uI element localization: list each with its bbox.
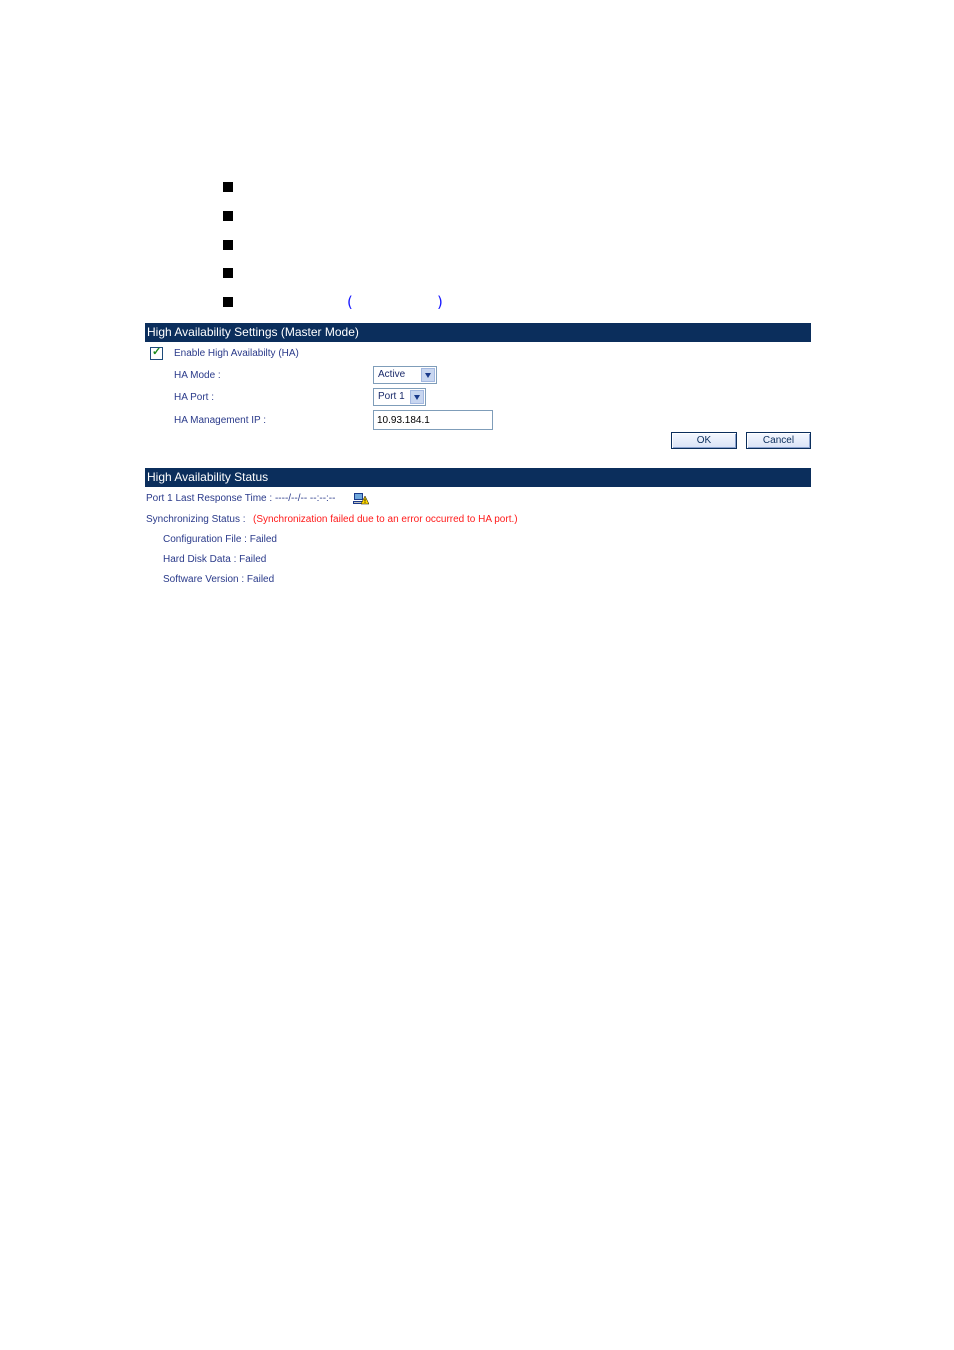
ha-port-select[interactable]: Port 1 [373,388,426,406]
enable-ha-label: Enable High Availabilty (HA) [174,348,299,359]
square-bullet-icon [223,268,233,278]
bullet-item [223,240,523,254]
checkmark-icon: ✓ [152,346,162,358]
square-bullet-icon [223,240,233,250]
cancel-button[interactable]: Cancel [746,432,811,449]
ha-mode-label: HA Mode : [174,370,221,381]
ok-button[interactable]: OK [671,432,737,449]
software-version-status: Software Version : Failed [163,574,275,585]
close-paren: ) [437,293,443,311]
open-paren: ( [347,293,353,311]
bullet-item [223,211,523,225]
config-file-status: Configuration File : Failed [163,534,277,545]
chevron-down-icon[interactable] [410,390,424,404]
ha-mgmt-ip-input[interactable]: 10.93.184.1 [373,410,493,430]
hard-disk-status: Hard Disk Data : Failed [163,554,267,565]
bullet-item [223,182,523,196]
bullet-item [223,268,523,282]
chevron-down-icon[interactable] [421,368,435,382]
ha-mode-select[interactable]: Active [373,366,437,384]
ha-mgmt-ip-label: HA Management IP : [174,415,267,426]
settings-header: High Availability Settings (Master Mode) [145,323,811,342]
sync-status-error: (Synchronization failed due to an error … [253,514,518,525]
status-header: High Availability Status [145,468,811,487]
ha-port-label: HA Port : [174,392,215,403]
enable-ha-checkbox[interactable]: ✓ [150,346,163,360]
sync-status-label: Synchronizing Status : [146,514,246,525]
ha-port-value: Port 1 [378,391,405,402]
ha-mode-value: Active [378,369,406,380]
bullet-item: ( ) [223,293,523,311]
square-bullet-icon [223,182,233,192]
last-response-time: Port 1 Last Response Time : ----/--/-- -… [146,493,336,504]
square-bullet-icon [223,297,233,307]
square-bullet-icon [223,211,233,221]
ha-mgmt-ip-value: 10.93.184.1 [377,415,430,426]
computer-warning-icon [353,493,369,505]
